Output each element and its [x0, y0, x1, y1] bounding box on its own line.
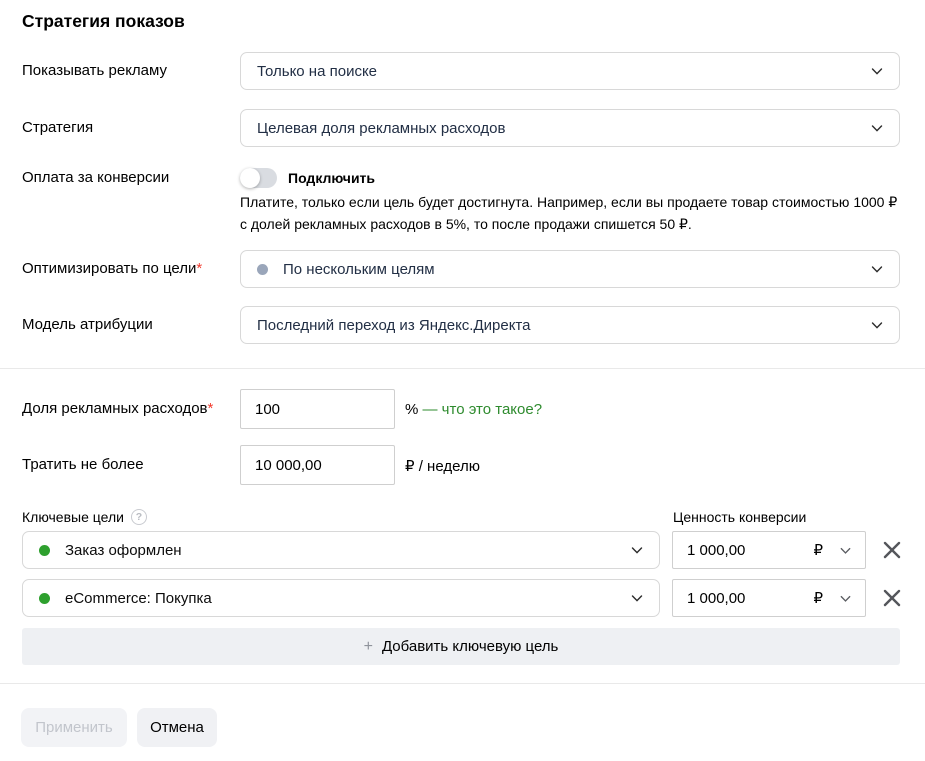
page-title: Стратегия показов — [22, 11, 185, 32]
what-is-it-link[interactable]: — что это такое? — [423, 401, 543, 418]
show-ads-selected-value: Только на поиске — [257, 63, 377, 80]
required-asterisk: * — [196, 260, 202, 277]
pay-per-conversion-toggle[interactable] — [240, 168, 277, 188]
optimize-goal-select[interactable]: По нескольким целям — [240, 250, 900, 288]
footer-divider — [0, 683, 925, 684]
weekly-limit-label: Тратить не более — [22, 456, 144, 473]
goal-active-dot-icon — [39, 545, 50, 556]
pay-per-conversion-description: Платите, только если цель будет достигну… — [240, 192, 908, 235]
attribution-select[interactable]: Последний переход из Яндекс.Директа — [240, 306, 900, 344]
chevron-down-icon — [869, 63, 885, 79]
strategy-settings-panel: Стратегия показов Показывать рекламу Тол… — [0, 0, 925, 761]
key-goals-header-text: Ключевые цели — [22, 509, 124, 525]
optimize-goal-label: Оптимизировать по цели* — [22, 260, 202, 277]
weekly-limit-unit: ₽ / неделю — [405, 457, 480, 475]
strategy-label: Стратегия — [22, 119, 93, 136]
required-asterisk: * — [208, 400, 214, 417]
goal-value: 1 000,00 — [687, 542, 745, 559]
percent-unit: % — [405, 401, 418, 418]
goal-value-select-2[interactable]: 1 000,00 ₽ — [672, 579, 866, 617]
help-icon[interactable]: ? — [131, 509, 147, 525]
goal-name: eCommerce: Покупка — [65, 590, 212, 607]
chevron-down-icon — [869, 120, 885, 136]
chevron-down-icon — [629, 590, 645, 606]
chevron-down-icon — [869, 317, 885, 333]
chevron-down-icon — [838, 591, 853, 606]
cancel-button[interactable]: Отмена — [137, 708, 217, 747]
key-goals-header: Ключевые цели ? — [22, 509, 147, 525]
section-divider — [0, 368, 925, 369]
optimize-goal-selected-value: По нескольким целям — [283, 261, 435, 278]
currency-symbol: ₽ — [813, 541, 823, 559]
cost-share-label-text: Доля рекламных расходов — [22, 400, 208, 417]
remove-goal-button[interactable] — [880, 538, 904, 562]
pay-per-conversion-label: Оплата за конверсии — [22, 169, 169, 186]
conversion-value-header: Ценность конверсии — [673, 509, 806, 525]
cost-share-input[interactable] — [240, 389, 395, 429]
currency-symbol: ₽ — [813, 589, 823, 607]
apply-button[interactable]: Применить — [21, 708, 127, 747]
cost-share-suffix: % — что это такое? — [405, 401, 542, 418]
remove-goal-button[interactable] — [880, 586, 904, 610]
goal-value-select-1[interactable]: 1 000,00 ₽ — [672, 531, 866, 569]
goal-select-1[interactable]: Заказ оформлен — [22, 531, 660, 569]
attribution-selected-value: Последний переход из Яндекс.Директа — [257, 317, 530, 334]
chevron-down-icon — [869, 261, 885, 277]
chevron-down-icon — [838, 543, 853, 558]
goal-active-dot-icon — [39, 593, 50, 604]
goal-value: 1 000,00 — [687, 590, 745, 607]
add-key-goal-button[interactable]: + Добавить ключевую цель — [22, 628, 900, 665]
toggle-knob — [240, 168, 260, 188]
plus-icon: + — [364, 638, 373, 656]
strategy-select[interactable]: Целевая доля рекламных расходов — [240, 109, 900, 147]
toggle-label: Подключить — [288, 170, 375, 186]
close-icon — [881, 539, 903, 561]
goal-name: Заказ оформлен — [65, 542, 182, 559]
cost-share-label: Доля рекламных расходов* — [22, 400, 213, 417]
show-ads-label: Показывать рекламу — [22, 62, 167, 79]
goal-select-2[interactable]: eCommerce: Покупка — [22, 579, 660, 617]
weekly-limit-input[interactable] — [240, 445, 395, 485]
goal-status-dot-icon — [257, 264, 268, 275]
optimize-goal-label-text: Оптимизировать по цели — [22, 260, 196, 277]
strategy-selected-value: Целевая доля рекламных расходов — [257, 120, 505, 137]
add-key-goal-label: Добавить ключевую цель — [382, 638, 558, 655]
attribution-label: Модель атрибуции — [22, 316, 153, 333]
chevron-down-icon — [629, 542, 645, 558]
show-ads-select[interactable]: Только на поиске — [240, 52, 900, 90]
close-icon — [881, 587, 903, 609]
